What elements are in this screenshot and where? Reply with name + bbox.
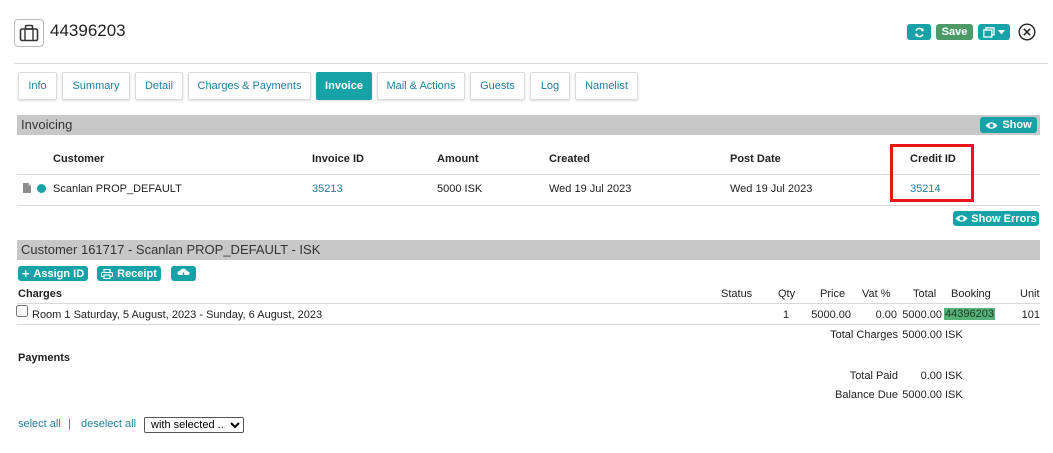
tab-log[interactable]: Log — [530, 72, 570, 100]
col-customer: Customer — [53, 153, 105, 165]
eye-icon — [985, 121, 998, 129]
status-dot-icon — [37, 184, 46, 193]
invoicing-section-header: Invoicing — [17, 115, 1040, 135]
charge-description: Room 1 Saturday, 5 August, 2023 - Sunday… — [32, 309, 323, 321]
charges-title: Charges — [18, 288, 63, 300]
charges-header-divider — [17, 303, 1040, 304]
show-errors-button[interactable]: Show Errors — [953, 211, 1039, 226]
document-button[interactable] — [23, 183, 32, 194]
footer-separator: | — [68, 418, 71, 430]
charge-total: 5000.00 — [902, 309, 942, 321]
close-icon — [1018, 23, 1036, 41]
charges-row-divider — [17, 324, 1040, 325]
show-errors-label: Show Errors — [971, 212, 1037, 225]
charge-unit: 101 — [1021, 309, 1040, 321]
total-paid-label: Total Paid — [849, 370, 898, 382]
col-unit: Unit — [1020, 288, 1040, 300]
customer-section-title: Customer 161717 - Scanlan PROP_DEFAULT -… — [21, 242, 321, 257]
refresh-button[interactable] — [907, 24, 931, 40]
tab-detail[interactable]: Detail — [135, 72, 183, 100]
tab-charges-payments[interactable]: Charges & Payments — [188, 72, 311, 100]
charge-qty: 1 — [783, 309, 790, 321]
balance-due-value: 5000.00 — [902, 389, 942, 401]
col-price: Price — [820, 288, 846, 300]
payments-title: Payments — [18, 352, 70, 364]
assign-id-button[interactable]: + Assign ID — [18, 266, 88, 281]
total-charges-label: Total Charges — [830, 329, 898, 341]
col-status: Status — [721, 288, 753, 300]
total-paid-currency: ISK — [945, 370, 963, 382]
tab-mail-actions[interactable]: Mail & Actions — [377, 72, 465, 100]
header-divider — [14, 63, 1048, 64]
invoicing-row-divider — [17, 205, 1040, 206]
show-label: Show — [1002, 119, 1032, 131]
charge-row-checkbox[interactable] — [16, 305, 28, 317]
balance-due-currency: ISK — [945, 389, 963, 401]
col-amount: Amount — [437, 153, 479, 165]
assign-id-label: Assign ID — [33, 267, 85, 280]
select-all-link[interactable]: select all — [18, 418, 61, 430]
copy-dropdown-button[interactable] — [978, 24, 1010, 40]
charge-price: 5000.00 — [811, 309, 851, 321]
close-button[interactable] — [1018, 23, 1036, 41]
total-charges-currency: ISK — [945, 329, 963, 341]
col-post-date: Post Date — [730, 153, 781, 165]
charge-vat: 0.00 — [875, 309, 897, 321]
page-title: 44396203 — [50, 21, 126, 40]
booking-icon-box — [14, 19, 44, 47]
receipt-label: Receipt — [117, 267, 157, 280]
cloud-download-icon — [177, 268, 190, 279]
col-vat: Vat % — [862, 288, 891, 300]
customer-section-header: Customer 161717 - Scanlan PROP_DEFAULT -… — [17, 240, 1040, 260]
save-button[interactable]: Save — [936, 24, 973, 40]
copy-icon — [983, 26, 995, 38]
print-icon — [101, 268, 114, 279]
document-icon — [23, 183, 31, 193]
deselect-all-link[interactable]: deselect all — [81, 418, 136, 430]
tab-info[interactable]: Info — [18, 72, 57, 100]
col-qty: Qty — [778, 288, 796, 300]
caret-down-icon — [998, 29, 1005, 34]
col-created: Created — [549, 153, 590, 165]
tab-summary[interactable]: Summary — [62, 72, 130, 100]
col-booking: Booking — [951, 288, 991, 300]
invoicing-header-divider — [17, 174, 1040, 175]
tab-guests[interactable]: Guests — [470, 72, 525, 100]
invoice-customer: Scanlan PROP_DEFAULT — [53, 183, 182, 195]
invoice-created: Wed 19 Jul 2023 — [549, 183, 632, 195]
credit-id-highlight — [890, 144, 974, 202]
plus-icon: + — [21, 266, 30, 281]
total-paid-value: 0.00 — [920, 370, 942, 382]
col-total: Total — [913, 288, 937, 300]
eye-icon — [955, 215, 968, 222]
invoice-amount: 5000 ISK — [437, 183, 483, 195]
balance-due-label: Balance Due — [835, 389, 898, 401]
invoicing-title: Invoicing — [21, 117, 73, 132]
show-button[interactable]: Show — [980, 117, 1037, 133]
tab-namelist[interactable]: Namelist — [575, 72, 638, 100]
receipt-button[interactable]: Receipt — [97, 266, 161, 281]
with-selected-select[interactable]: with selected ... — [144, 417, 244, 433]
refresh-icon — [914, 27, 924, 37]
total-charges-value: 5000.00 — [902, 329, 942, 341]
col-invoice-id: Invoice ID — [312, 153, 364, 165]
invoice-id-link[interactable]: 35213 — [312, 183, 343, 195]
tab-invoice[interactable]: Invoice — [316, 72, 372, 100]
charge-booking: 44396203 — [944, 308, 995, 320]
cloud-download-button[interactable] — [171, 266, 196, 281]
invoice-post-date: Wed 19 Jul 2023 — [730, 183, 813, 195]
briefcase-icon — [19, 24, 39, 42]
